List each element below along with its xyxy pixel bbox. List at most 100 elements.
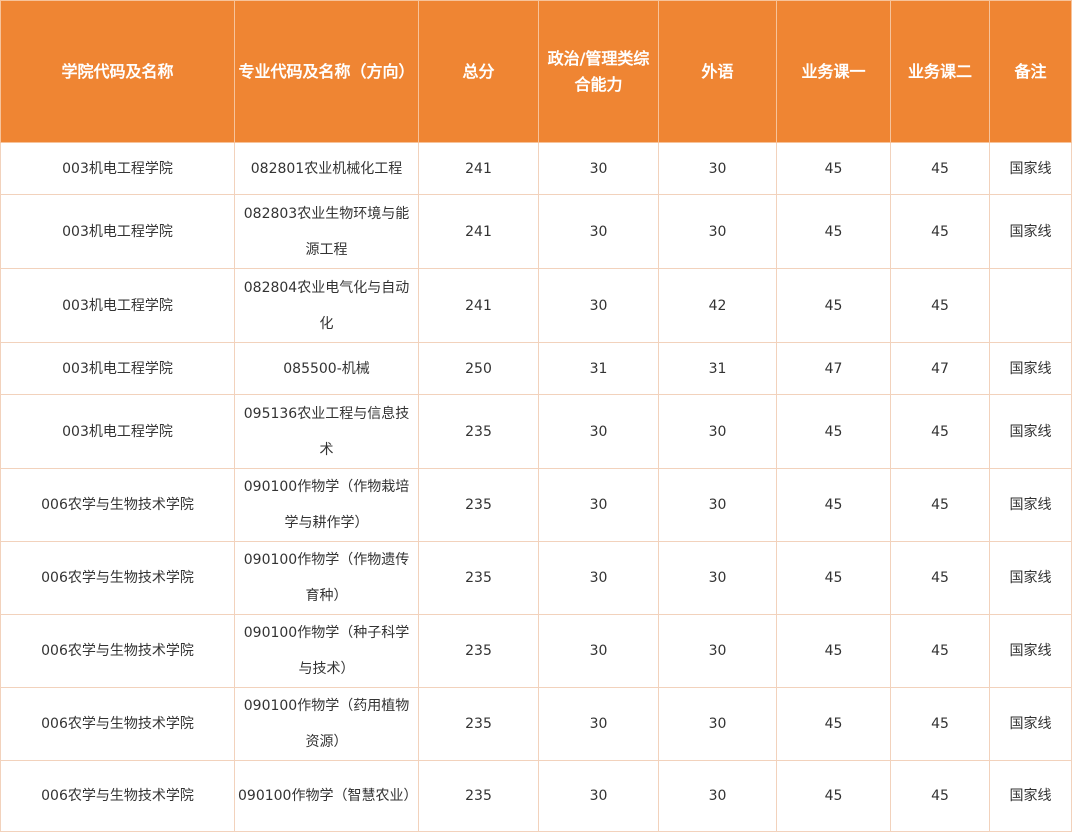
cell-course-1: 45	[776, 468, 891, 542]
cell-remarks: 国家线	[989, 541, 1072, 615]
cell-course-1: 45	[776, 614, 891, 688]
cell-total: 241	[418, 268, 539, 343]
cell-course-2: 45	[890, 468, 990, 542]
cell-major: 082803农业生物环境与能源工程	[234, 194, 419, 269]
table-row: 003机电工程学院 085500-机械 250 31 31 47 47 国家线	[0, 342, 1072, 395]
cell-remarks: 国家线	[989, 614, 1072, 688]
header-politics: 政治/管理类综合能力	[538, 0, 659, 143]
cell-politics: 30	[538, 394, 659, 469]
cell-politics: 30	[538, 142, 659, 195]
cell-politics: 30	[538, 194, 659, 269]
cell-remarks: 国家线	[989, 687, 1072, 761]
cell-course-1: 45	[776, 760, 891, 832]
cell-foreign-language: 42	[658, 268, 777, 343]
cell-major: 090100作物学（药用植物资源）	[234, 687, 419, 761]
cell-college: 006农学与生物技术学院	[0, 687, 235, 761]
cell-course-2: 45	[890, 541, 990, 615]
cell-remarks	[989, 268, 1072, 343]
table-row: 006农学与生物技术学院 090100作物学（药用植物资源） 235 30 30…	[0, 687, 1072, 761]
table-row: 003机电工程学院 082803农业生物环境与能源工程 241 30 30 45…	[0, 194, 1072, 269]
cell-course-2: 45	[890, 194, 990, 269]
cell-politics: 30	[538, 614, 659, 688]
cell-college: 003机电工程学院	[0, 394, 235, 469]
cell-major: 082801农业机械化工程	[234, 142, 419, 195]
cell-course-2: 45	[890, 614, 990, 688]
cell-foreign-language: 30	[658, 394, 777, 469]
table-row: 006农学与生物技术学院 090100作物学（种子科学与技术） 235 30 3…	[0, 614, 1072, 688]
cell-total: 235	[418, 760, 539, 832]
header-major: 专业代码及名称（方向）	[234, 0, 419, 143]
cell-course-2: 45	[890, 687, 990, 761]
cell-foreign-language: 30	[658, 760, 777, 832]
table-row: 003机电工程学院 082804农业电气化与自动化 241 30 42 45 4…	[0, 268, 1072, 343]
cell-total: 241	[418, 142, 539, 195]
cell-total: 235	[418, 541, 539, 615]
cell-total: 235	[418, 687, 539, 761]
cell-college: 006农学与生物技术学院	[0, 760, 235, 832]
header-course-2: 业务课二	[890, 0, 990, 143]
cell-politics: 30	[538, 687, 659, 761]
cell-course-1: 45	[776, 687, 891, 761]
cell-college: 006农学与生物技术学院	[0, 614, 235, 688]
cell-college: 006农学与生物技术学院	[0, 468, 235, 542]
cell-course-1: 47	[776, 342, 891, 395]
cell-college: 003机电工程学院	[0, 342, 235, 395]
cell-politics: 30	[538, 468, 659, 542]
cell-college: 003机电工程学院	[0, 194, 235, 269]
cell-remarks: 国家线	[989, 342, 1072, 395]
cell-course-1: 45	[776, 194, 891, 269]
header-total: 总分	[418, 0, 539, 143]
cell-course-2: 45	[890, 760, 990, 832]
cell-politics: 30	[538, 268, 659, 343]
cell-remarks: 国家线	[989, 394, 1072, 469]
table-row: 006农学与生物技术学院 090100作物学（作物遗传育种） 235 30 30…	[0, 541, 1072, 615]
cell-total: 235	[418, 468, 539, 542]
cell-politics: 30	[538, 760, 659, 832]
cell-course-2: 45	[890, 142, 990, 195]
cell-course-1: 45	[776, 142, 891, 195]
cell-remarks: 国家线	[989, 760, 1072, 832]
cell-major: 090100作物学（智慧农业）	[234, 760, 419, 832]
cell-course-2: 45	[890, 268, 990, 343]
cell-remarks: 国家线	[989, 468, 1072, 542]
cell-major: 090100作物学（作物栽培学与耕作学）	[234, 468, 419, 542]
table-row: 006农学与生物技术学院 090100作物学（作物栽培学与耕作学） 235 30…	[0, 468, 1072, 542]
cell-course-2: 47	[890, 342, 990, 395]
cell-course-1: 45	[776, 541, 891, 615]
cell-foreign-language: 30	[658, 468, 777, 542]
cell-total: 241	[418, 194, 539, 269]
header-course-1: 业务课一	[776, 0, 891, 143]
cell-major: 090100作物学（种子科学与技术）	[234, 614, 419, 688]
cell-total: 235	[418, 614, 539, 688]
cell-total: 235	[418, 394, 539, 469]
cell-college: 003机电工程学院	[0, 268, 235, 343]
table-header-row: 学院代码及名称 专业代码及名称（方向） 总分 政治/管理类综合能力 外语 业务课…	[0, 0, 1072, 143]
cell-foreign-language: 30	[658, 614, 777, 688]
cell-course-2: 45	[890, 394, 990, 469]
cell-politics: 30	[538, 541, 659, 615]
cell-total: 250	[418, 342, 539, 395]
header-foreign-language: 外语	[658, 0, 777, 143]
cell-foreign-language: 30	[658, 541, 777, 615]
cell-major: 090100作物学（作物遗传育种）	[234, 541, 419, 615]
table-row: 003机电工程学院 095136农业工程与信息技术 235 30 30 45 4…	[0, 394, 1072, 469]
cell-major: 082804农业电气化与自动化	[234, 268, 419, 343]
cell-foreign-language: 30	[658, 687, 777, 761]
header-remarks: 备注	[989, 0, 1072, 143]
cell-college: 003机电工程学院	[0, 142, 235, 195]
cell-remarks: 国家线	[989, 194, 1072, 269]
cell-remarks: 国家线	[989, 142, 1072, 195]
table-row: 003机电工程学院 082801农业机械化工程 241 30 30 45 45 …	[0, 142, 1072, 195]
header-college: 学院代码及名称	[0, 0, 235, 143]
cell-major: 085500-机械	[234, 342, 419, 395]
cell-foreign-language: 30	[658, 194, 777, 269]
cell-course-1: 45	[776, 268, 891, 343]
cell-politics: 31	[538, 342, 659, 395]
cell-college: 006农学与生物技术学院	[0, 541, 235, 615]
cell-course-1: 45	[776, 394, 891, 469]
score-table: 学院代码及名称 专业代码及名称（方向） 总分 政治/管理类综合能力 外语 业务课…	[0, 0, 1072, 832]
cell-foreign-language: 31	[658, 342, 777, 395]
cell-foreign-language: 30	[658, 142, 777, 195]
table-row: 006农学与生物技术学院 090100作物学（智慧农业） 235 30 30 4…	[0, 760, 1072, 832]
cell-major: 095136农业工程与信息技术	[234, 394, 419, 469]
